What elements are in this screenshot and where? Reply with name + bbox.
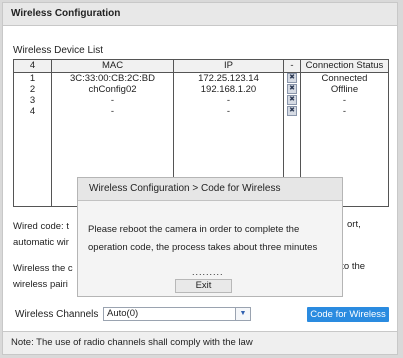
selected-channel: Auto(0) [107, 308, 139, 319]
row-mac: - [51, 106, 174, 117]
code-for-wireless-dialog: Wireless Configuration > Code for Wirele… [77, 177, 343, 297]
column-header-mac: MAC [51, 59, 174, 73]
dialog-message: Please reboot the camera in order to com… [88, 221, 340, 257]
row-delete-cell: ✖ [283, 95, 301, 106]
column-header-delete: - [283, 59, 301, 73]
info-line-3: Wireless the c [13, 263, 73, 274]
row-ip: - [173, 95, 284, 106]
row-delete-cell: ✖ [283, 84, 301, 95]
delete-icon[interactable]: ✖ [287, 73, 297, 84]
table-row[interactable]: 3 - - ✖ - [13, 95, 389, 106]
column-header-count: 4 [13, 59, 52, 73]
info-line-1-tail: ort, [347, 219, 361, 230]
device-list-label: Wireless Device List [13, 45, 104, 56]
row-status: - [300, 95, 389, 106]
row-mac: - [51, 95, 174, 106]
row-mac: 3C:33:00:CB:2C:BD [51, 72, 174, 84]
row-index: 1 [13, 72, 52, 84]
progress-dots: ......... [192, 267, 224, 277]
info-line-1: Wired code: t [13, 221, 69, 232]
table-row[interactable]: 4 - - ✖ - [13, 106, 389, 117]
delete-icon[interactable]: ✖ [287, 84, 297, 95]
column-header-status: Connection Status [300, 59, 389, 73]
delete-icon[interactable]: ✖ [287, 106, 297, 117]
row-status: Connected [300, 72, 389, 84]
chevron-down-icon[interactable]: ▼ [235, 308, 250, 320]
wired-code-text: Wired code: t automatic wir [13, 219, 69, 251]
row-mac: chConfig02 [51, 84, 174, 95]
row-delete-cell: ✖ [283, 72, 301, 84]
table-header-row: 4 MAC IP - Connection Status [13, 59, 389, 73]
delete-icon[interactable]: ✖ [287, 95, 297, 106]
panel-title: Wireless Configuration [3, 3, 397, 26]
row-ip: - [173, 106, 284, 117]
wireless-code-text: Wireless the c wireless pairi [13, 261, 73, 293]
wireless-channels-select[interactable]: Auto(0) ▼ [103, 307, 251, 321]
table-row[interactable]: 1 3C:33:00:CB:2C:BD 172.25.123.14 ✖ Conn… [13, 72, 389, 84]
exit-button[interactable]: Exit [175, 279, 232, 293]
info-line-2: automatic wir [13, 237, 69, 248]
code-for-wireless-button[interactable]: Code for Wireless [307, 307, 389, 322]
row-index: 3 [13, 95, 52, 106]
wireless-channels-label: Wireless Channels [15, 309, 99, 320]
table-row[interactable]: 2 chConfig02 192.168.1.20 ✖ Offline [13, 84, 389, 95]
row-index: 2 [13, 84, 52, 95]
dialog-title: Wireless Configuration > Code for Wirele… [78, 178, 342, 201]
row-index: 4 [13, 106, 52, 117]
row-ip: 172.25.123.14 [173, 72, 284, 84]
column-header-ip: IP [173, 59, 284, 73]
legal-note: Note: The use of radio channels shall co… [3, 331, 397, 354]
info-line-4: wireless pairi [13, 279, 68, 290]
dialog-message-line-1: Please reboot the camera in order to com… [88, 224, 300, 235]
row-status: - [300, 106, 389, 117]
row-ip: 192.168.1.20 [173, 84, 284, 95]
row-status: Offline [300, 84, 389, 95]
dialog-message-line-2: operation code, the process takes about … [88, 242, 318, 253]
row-delete-cell: ✖ [283, 106, 301, 117]
